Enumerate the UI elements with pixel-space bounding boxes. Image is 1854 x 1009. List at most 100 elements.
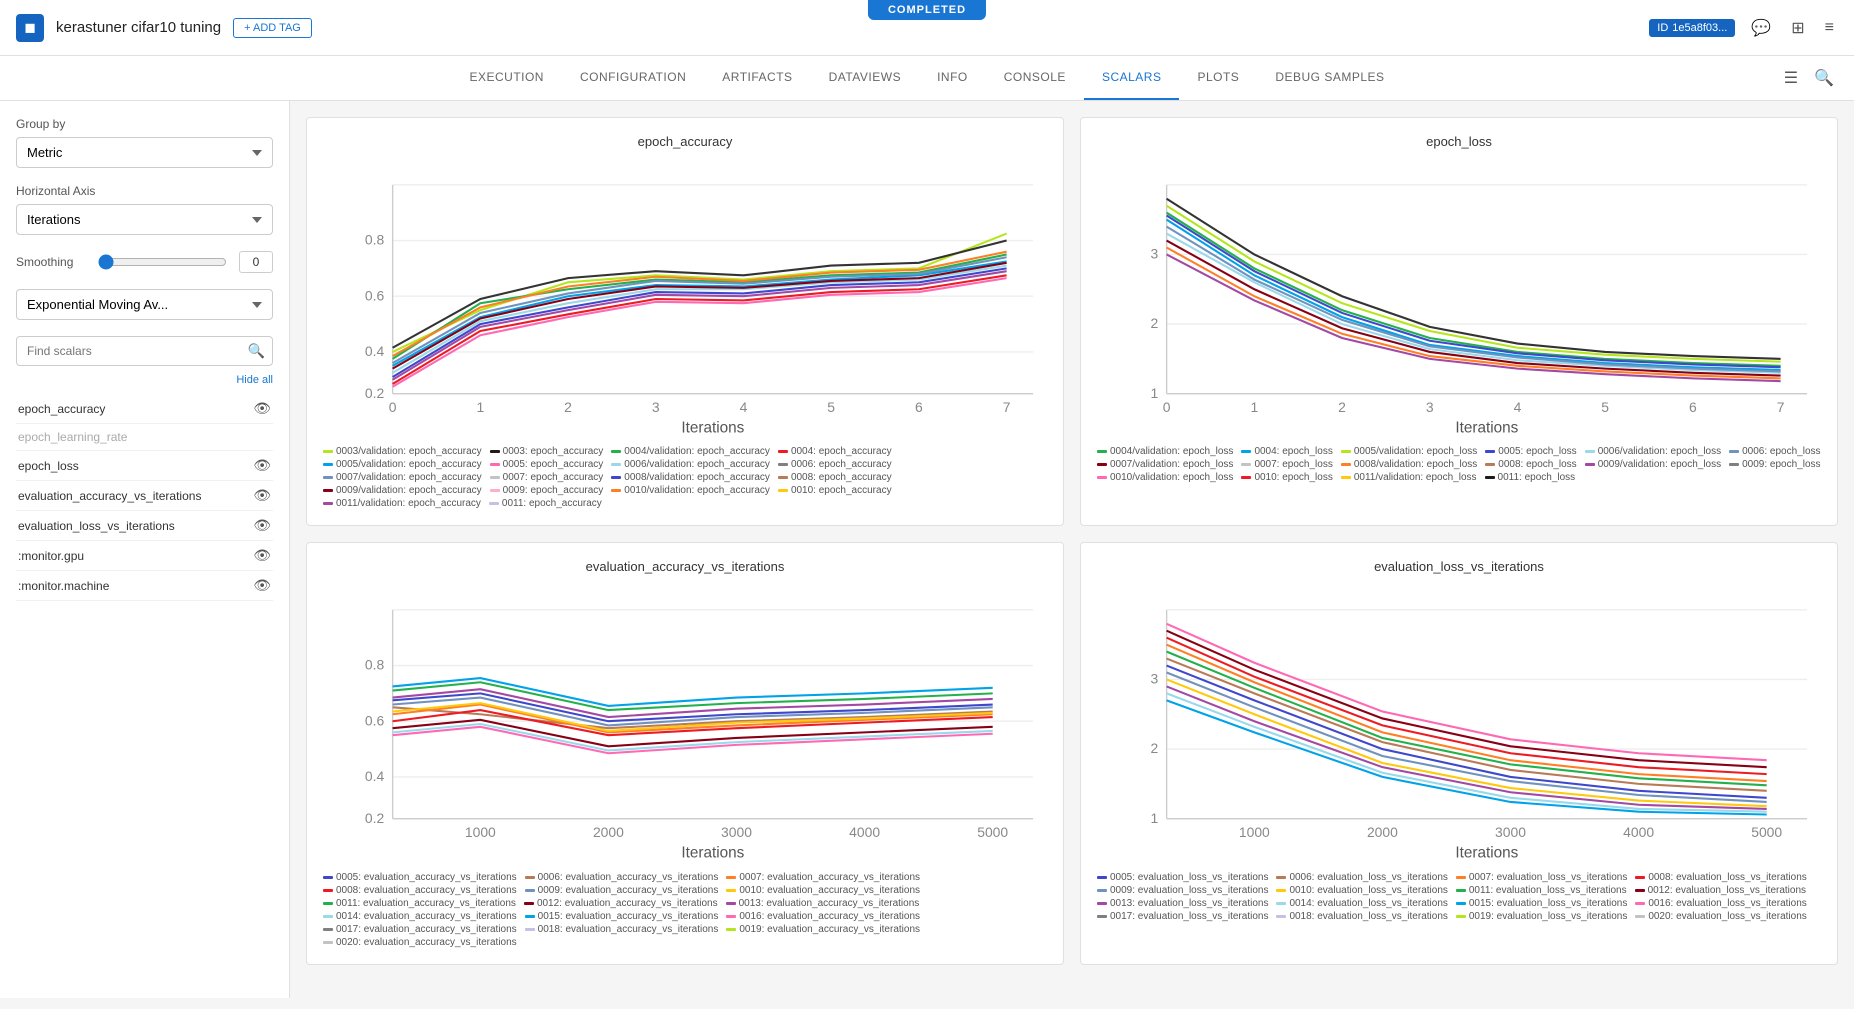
tab-configuration[interactable]: CONFIGURATION bbox=[562, 56, 704, 100]
tab-dataviews[interactable]: DATAVIEWS bbox=[811, 56, 920, 100]
completed-banner: COMPLETED bbox=[868, 0, 986, 20]
comment-button[interactable]: 💬 bbox=[1747, 14, 1775, 42]
scalar-list: epoch_accuracy 👁 epoch_learning_rate epo… bbox=[16, 394, 273, 601]
eye-icon[interactable]: 👁 bbox=[253, 517, 271, 534]
scalar-name: evaluation_accuracy_vs_iterations bbox=[18, 489, 201, 503]
scalar-name: epoch_accuracy bbox=[18, 402, 105, 416]
scalar-name: evaluation_loss_vs_iterations bbox=[18, 519, 175, 533]
svg-text:3: 3 bbox=[652, 399, 660, 415]
chart-epoch-loss: epoch_loss 1 2 3 0 1 2 3 4 5 bbox=[1080, 117, 1838, 526]
eye-icon[interactable]: 👁 bbox=[253, 547, 271, 564]
nav-tabs: EXECUTION CONFIGURATION ARTIFACTS DATAVI… bbox=[0, 56, 1854, 101]
smoothing-slider[interactable] bbox=[98, 254, 227, 270]
search-nav-button[interactable]: 🔍 bbox=[1810, 64, 1838, 92]
svg-text:3: 3 bbox=[1426, 399, 1434, 415]
svg-text:1: 1 bbox=[1250, 399, 1258, 415]
tab-scalars[interactable]: SCALARS bbox=[1084, 56, 1180, 100]
chart-legend-epoch-loss: 0004/validation: epoch_loss 0004: epoch_… bbox=[1097, 446, 1821, 483]
chart-epoch-accuracy: epoch_accuracy 0.2 0.4 0.6 0.8 bbox=[306, 117, 1064, 526]
app-title: kerastuner cifar10 tuning bbox=[56, 19, 221, 36]
horizontal-axis-field: Horizontal Axis Iterations Time Epochs bbox=[16, 184, 273, 235]
eye-icon[interactable]: 👁 bbox=[253, 457, 271, 474]
eye-icon[interactable]: 👁 bbox=[253, 400, 271, 417]
svg-text:1000: 1000 bbox=[465, 824, 496, 840]
chart-legend-eval-loss: 0005: evaluation_loss_vs_iterations 0006… bbox=[1097, 872, 1821, 922]
svg-text:1: 1 bbox=[476, 399, 484, 415]
svg-text:1: 1 bbox=[1151, 810, 1159, 826]
tab-info[interactable]: INFO bbox=[919, 56, 986, 100]
charts-grid: epoch_accuracy 0.2 0.4 0.6 0.8 bbox=[306, 117, 1838, 965]
svg-text:2: 2 bbox=[1151, 741, 1159, 757]
id-label: ID bbox=[1657, 22, 1668, 34]
smoothing-method-field: Exponential Moving Av... Running Average bbox=[16, 289, 273, 320]
layout-button[interactable]: ⊞ bbox=[1787, 14, 1808, 42]
horizontal-axis-label: Horizontal Axis bbox=[16, 184, 273, 198]
top-bar-right: ID 1e5a8f03... 💬 ⊞ ≡ bbox=[1649, 14, 1838, 42]
tab-console[interactable]: CONSOLE bbox=[986, 56, 1084, 100]
chart-svg-epoch-accuracy: 0.2 0.4 0.6 0.8 0 1 2 3 4 5 6 7 bbox=[323, 157, 1047, 435]
svg-text:6: 6 bbox=[1689, 399, 1697, 415]
svg-text:Iterations: Iterations bbox=[1455, 845, 1518, 861]
scalar-name: epoch_loss bbox=[18, 459, 79, 473]
svg-text:2: 2 bbox=[1338, 399, 1346, 415]
svg-text:3: 3 bbox=[1151, 246, 1159, 262]
tab-debug-samples[interactable]: DEBUG SAMPLES bbox=[1257, 56, 1402, 100]
add-tag-button[interactable]: + ADD TAG bbox=[233, 18, 312, 38]
top-bar-left: ◼ kerastuner cifar10 tuning + ADD TAG bbox=[16, 14, 312, 42]
scalar-item-epoch-accuracy: epoch_accuracy 👁 bbox=[16, 394, 273, 424]
tab-plots[interactable]: PLOTS bbox=[1179, 56, 1257, 100]
svg-text:4000: 4000 bbox=[849, 824, 880, 840]
hide-all-link[interactable]: Hide all bbox=[16, 374, 273, 386]
app-logo: ◼ bbox=[16, 14, 44, 42]
svg-text:3000: 3000 bbox=[721, 824, 752, 840]
chart-svg-eval-accuracy: 0.2 0.4 0.6 0.8 1000 2000 3000 4000 5000 bbox=[323, 582, 1047, 860]
svg-text:7: 7 bbox=[1003, 399, 1011, 415]
svg-text:4000: 4000 bbox=[1623, 824, 1654, 840]
tab-artifacts[interactable]: ARTIFACTS bbox=[704, 56, 810, 100]
smoothing-method-select[interactable]: Exponential Moving Av... Running Average bbox=[16, 289, 273, 320]
svg-text:4: 4 bbox=[740, 399, 748, 415]
nav-tabs-right: ☰ 🔍 bbox=[1780, 64, 1838, 92]
horizontal-axis-select[interactable]: Iterations Time Epochs bbox=[16, 204, 273, 235]
svg-text:7: 7 bbox=[1777, 399, 1785, 415]
svg-text:0.6: 0.6 bbox=[365, 287, 385, 303]
sidebar: Group by Metric None Horizontal Axis Ite… bbox=[0, 101, 290, 998]
scalar-item-eval-accuracy: evaluation_accuracy_vs_iterations 👁 bbox=[16, 481, 273, 511]
scalar-name: :monitor.gpu bbox=[18, 549, 84, 563]
chart-eval-accuracy: evaluation_accuracy_vs_iterations 0.2 0.… bbox=[306, 542, 1064, 964]
svg-text:3: 3 bbox=[1151, 671, 1159, 687]
svg-text:2000: 2000 bbox=[1367, 824, 1398, 840]
svg-text:5000: 5000 bbox=[977, 824, 1008, 840]
chart-eval-loss: evaluation_loss_vs_iterations 1 2 3 1000… bbox=[1080, 542, 1838, 964]
eye-icon[interactable]: 👁 bbox=[253, 487, 271, 504]
svg-text:5: 5 bbox=[1601, 399, 1609, 415]
scalar-item-eval-loss: evaluation_loss_vs_iterations 👁 bbox=[16, 511, 273, 541]
group-by-field: Group by Metric None bbox=[16, 117, 273, 168]
svg-text:1000: 1000 bbox=[1239, 824, 1270, 840]
search-icon: 🔍 bbox=[248, 343, 265, 360]
svg-text:6: 6 bbox=[915, 399, 923, 415]
tab-execution[interactable]: EXECUTION bbox=[451, 56, 562, 100]
search-input[interactable] bbox=[16, 336, 273, 366]
svg-text:0.4: 0.4 bbox=[365, 769, 385, 785]
svg-text:0.2: 0.2 bbox=[365, 385, 385, 401]
svg-text:0.8: 0.8 bbox=[365, 657, 385, 673]
chart-title-eval-loss: evaluation_loss_vs_iterations bbox=[1097, 559, 1821, 574]
search-box: 🔍 bbox=[16, 336, 273, 366]
chart-title-eval-accuracy: evaluation_accuracy_vs_iterations bbox=[323, 559, 1047, 574]
svg-text:5: 5 bbox=[827, 399, 835, 415]
svg-text:0: 0 bbox=[389, 399, 397, 415]
smoothing-row: Smoothing 0 bbox=[16, 251, 273, 273]
menu-button[interactable]: ≡ bbox=[1821, 15, 1838, 41]
list-view-button[interactable]: ☰ bbox=[1780, 64, 1802, 92]
scalar-name: epoch_learning_rate bbox=[18, 430, 127, 444]
svg-text:5000: 5000 bbox=[1751, 824, 1782, 840]
group-by-select[interactable]: Metric None bbox=[16, 137, 273, 168]
svg-text:3000: 3000 bbox=[1495, 824, 1526, 840]
scalar-item-monitor-gpu: :monitor.gpu 👁 bbox=[16, 541, 273, 571]
smoothing-label: Smoothing bbox=[16, 255, 86, 269]
eye-icon[interactable]: 👁 bbox=[253, 577, 271, 594]
group-by-label: Group by bbox=[16, 117, 273, 131]
scalar-item-epoch-loss: epoch_loss 👁 bbox=[16, 451, 273, 481]
svg-text:2000: 2000 bbox=[593, 824, 624, 840]
